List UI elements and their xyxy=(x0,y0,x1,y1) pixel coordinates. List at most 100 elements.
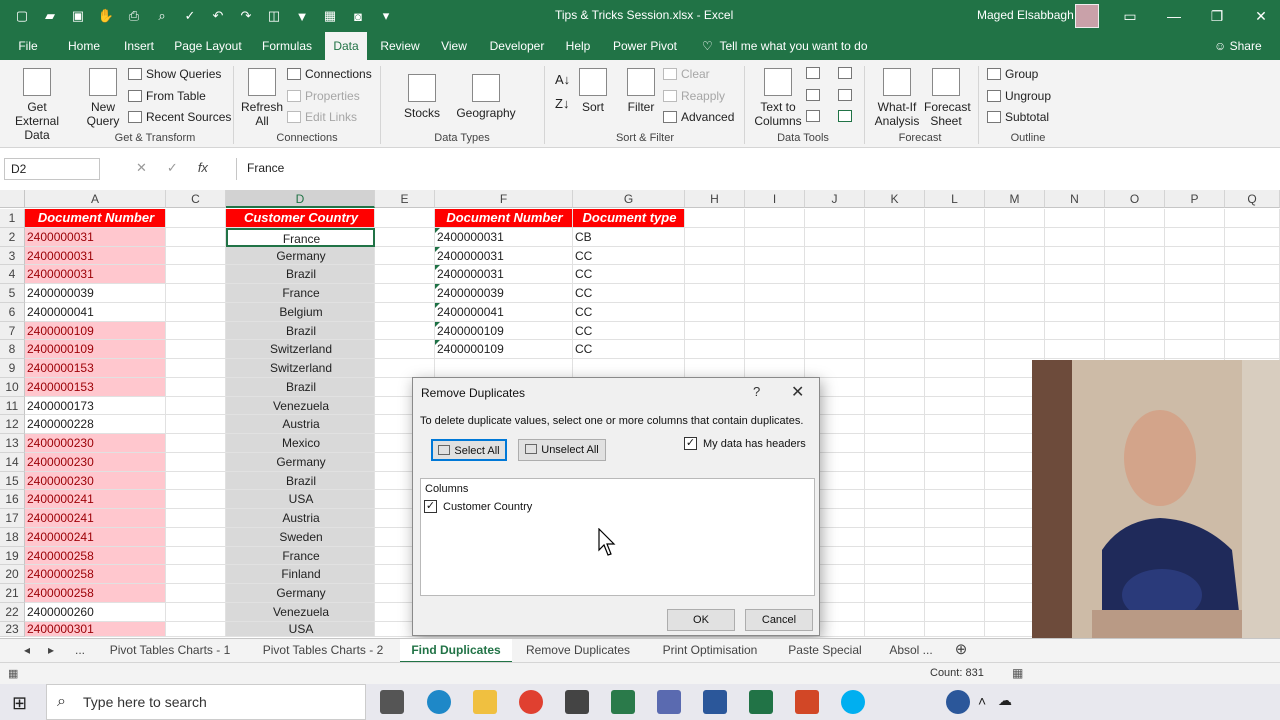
cell-customer-country[interactable]: Venezuela xyxy=(226,602,375,622)
cell[interactable] xyxy=(375,246,435,266)
cell-document-number[interactable]: 2400000230 xyxy=(25,471,166,491)
cell[interactable] xyxy=(865,415,925,434)
headers-checkbox-box[interactable]: ✓ xyxy=(684,437,697,450)
cell[interactable] xyxy=(375,302,435,322)
sheet-tab-pivot-1[interactable]: Pivot Tables Charts - 1 xyxy=(98,639,242,663)
cell[interactable] xyxy=(1225,265,1280,284)
cell[interactable] xyxy=(685,302,745,322)
column-item[interactable]: ✓ Customer Country xyxy=(424,500,532,513)
column-header-g[interactable]: G xyxy=(573,190,685,208)
refresh-all-button[interactable]: Refresh All xyxy=(240,68,284,128)
cell-document-number-text[interactable]: 2400000041 xyxy=(435,302,573,322)
cell-customer-country[interactable]: France xyxy=(226,284,375,303)
cell-document-number-text[interactable]: 2400000031 xyxy=(435,246,573,266)
column-header-j[interactable]: J xyxy=(805,190,865,208)
formula-input[interactable]: France xyxy=(236,158,1266,180)
row-header[interactable]: 17 xyxy=(0,509,25,528)
cell[interactable] xyxy=(166,321,226,341)
relationships-icon[interactable] xyxy=(838,89,852,101)
tab-developer[interactable]: Developer xyxy=(486,32,548,60)
cell-customer-country[interactable]: Finland xyxy=(226,565,375,584)
cell[interactable] xyxy=(925,340,985,359)
cell-customer-country[interactable]: Sweden xyxy=(226,527,375,547)
cell-customer-country[interactable]: Brazil xyxy=(226,321,375,341)
cell[interactable] xyxy=(865,452,925,472)
cell[interactable] xyxy=(166,359,226,378)
cell[interactable] xyxy=(865,321,925,341)
enter-icon[interactable]: ✓ xyxy=(167,160,178,176)
subtotal-button[interactable]: Subtotal xyxy=(987,110,1049,124)
tab-file[interactable]: File xyxy=(10,32,46,60)
row-header[interactable]: 6 xyxy=(0,302,25,322)
what-if-analysis-button[interactable]: What-If Analysis xyxy=(870,68,924,128)
cell[interactable] xyxy=(1165,227,1225,247)
cell-document-number[interactable]: 2400000109 xyxy=(25,340,166,359)
share-button[interactable]: ☺ Share xyxy=(1214,32,1262,60)
cell-document-number[interactable]: 2400000301 xyxy=(25,621,166,637)
camtasia-icon[interactable] xyxy=(611,690,635,714)
cell[interactable] xyxy=(685,284,745,303)
onedrive-icon[interactable]: ☁ xyxy=(998,692,1012,709)
cell[interactable] xyxy=(805,209,865,228)
cell[interactable] xyxy=(166,527,226,547)
cell-document-type[interactable]: CC xyxy=(573,284,685,303)
flash-fill-icon[interactable] xyxy=(806,67,820,79)
cell[interactable] xyxy=(925,302,985,322)
cell[interactable] xyxy=(865,621,925,637)
cell[interactable] xyxy=(1045,284,1105,303)
my-data-has-headers-checkbox[interactable]: ✓ My data has headers xyxy=(684,437,806,450)
cell[interactable] xyxy=(1225,321,1280,341)
cell[interactable] xyxy=(925,471,985,491)
cell[interactable] xyxy=(166,434,226,453)
connections-button[interactable]: Connections xyxy=(287,67,372,81)
cell[interactable] xyxy=(375,340,435,359)
row-header[interactable]: 9 xyxy=(0,359,25,378)
row-header[interactable]: 1 xyxy=(0,209,25,228)
cell[interactable] xyxy=(925,527,985,547)
new-file-icon[interactable]: ▢ xyxy=(12,6,32,26)
cell[interactable] xyxy=(685,265,745,284)
column-header-o[interactable]: O xyxy=(1105,190,1165,208)
cell[interactable] xyxy=(166,415,226,434)
cell[interactable] xyxy=(925,359,985,378)
open-folder-icon[interactable]: ▰ xyxy=(40,6,60,26)
cell[interactable] xyxy=(925,546,985,566)
ribbon-display-icon[interactable]: ▭ xyxy=(1120,6,1140,26)
cell[interactable] xyxy=(1165,246,1225,266)
cell[interactable] xyxy=(166,565,226,584)
column-header-f[interactable]: F xyxy=(435,190,573,208)
cell[interactable] xyxy=(925,415,985,434)
sheet-tab-more[interactable]: ... xyxy=(66,639,94,663)
cell[interactable] xyxy=(865,509,925,528)
cell[interactable] xyxy=(865,227,925,247)
spelling-icon[interactable]: ✓ xyxy=(180,6,200,26)
cell[interactable] xyxy=(805,265,865,284)
cell[interactable] xyxy=(166,284,226,303)
cell[interactable] xyxy=(375,359,435,378)
cell[interactable] xyxy=(865,302,925,322)
sheet-tab-pivot-2[interactable]: Pivot Tables Charts - 2 xyxy=(250,639,396,663)
cell-document-number[interactable]: 2400000241 xyxy=(25,527,166,547)
cell[interactable] xyxy=(925,621,985,637)
insert-function-icon[interactable]: fx xyxy=(198,160,208,176)
cell[interactable] xyxy=(865,396,925,416)
cell-customer-country[interactable]: USA xyxy=(226,621,375,637)
cell[interactable] xyxy=(1225,209,1280,228)
next-sheet-icon[interactable]: ▸ xyxy=(42,639,60,663)
cell[interactable] xyxy=(1105,209,1165,228)
row-header[interactable]: 3 xyxy=(0,246,25,266)
header-document-type[interactable]: Document type xyxy=(573,209,685,228)
cell[interactable] xyxy=(1045,340,1105,359)
cell[interactable] xyxy=(985,340,1045,359)
cell[interactable] xyxy=(166,377,226,397)
remove-duplicates-icon[interactable] xyxy=(806,89,820,101)
cancel-entry-icon[interactable]: ✕ xyxy=(136,160,147,176)
cell[interactable] xyxy=(925,434,985,453)
column-header-e[interactable]: E xyxy=(375,190,435,208)
cell-customer-country[interactable]: Austria xyxy=(226,509,375,528)
cell[interactable] xyxy=(685,227,745,247)
cell[interactable] xyxy=(435,359,573,378)
cell[interactable] xyxy=(925,565,985,584)
column-header-p[interactable]: P xyxy=(1165,190,1225,208)
cell[interactable] xyxy=(805,321,865,341)
